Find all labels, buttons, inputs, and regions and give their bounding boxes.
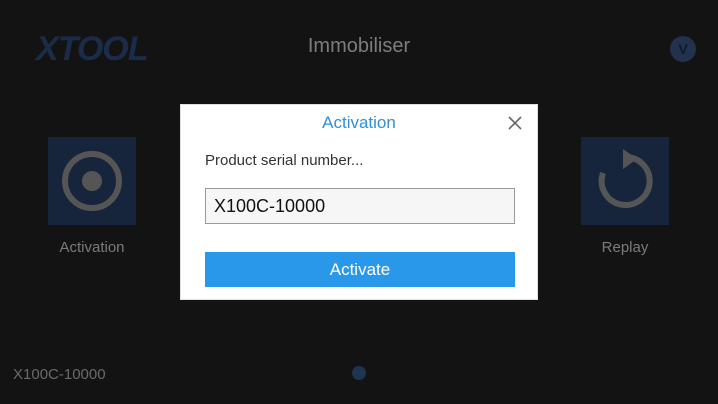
close-button[interactable] [505, 113, 525, 133]
replay-icon [598, 149, 653, 208]
close-icon [508, 116, 522, 130]
serial-number-input[interactable] [205, 188, 515, 224]
page-indicator-dot [352, 366, 366, 380]
page-title: Immobiliser [307, 35, 411, 57]
badge-letter: V [678, 41, 688, 57]
footer-serial: X100C-10000 [13, 366, 106, 383]
activation-tile[interactable] [48, 137, 136, 225]
serial-field-label: Product serial number... [205, 152, 364, 169]
activate-button[interactable]: Activate [205, 252, 515, 287]
replay-tile-label: Replay [601, 239, 649, 256]
dialog-title: Activation [322, 113, 396, 132]
activation-dialog: Activation Product serial number... Acti… [180, 104, 538, 300]
replay-tile[interactable] [581, 137, 669, 225]
v-badge-icon[interactable]: V [670, 36, 696, 62]
activation-tile-label: Activation [59, 239, 125, 256]
target-icon [62, 151, 122, 211]
